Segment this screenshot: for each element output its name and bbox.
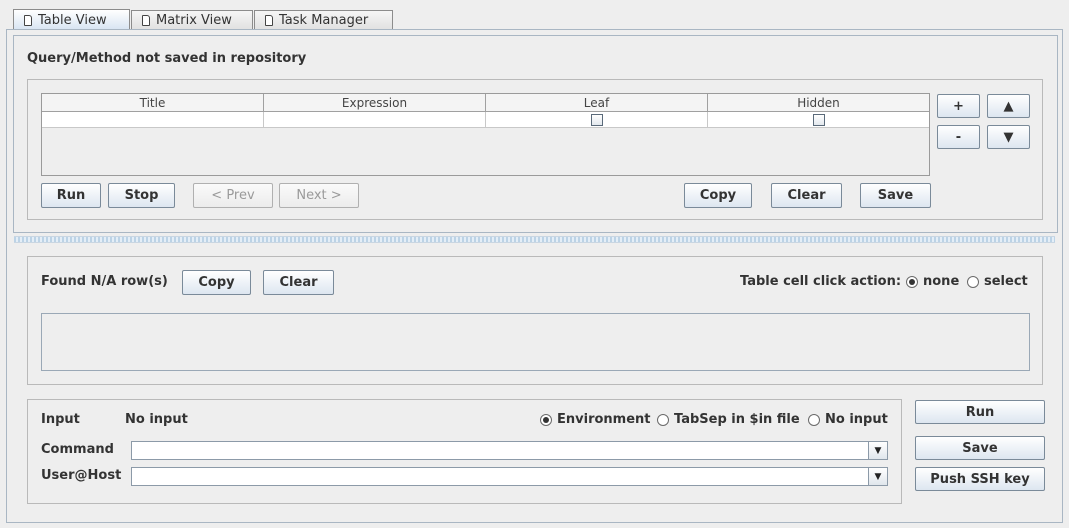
copy-results-button[interactable]: Copy: [182, 270, 251, 295]
radio-label: No input: [825, 412, 888, 427]
tab-table-view[interactable]: Table View: [13, 9, 130, 30]
clear-query-button[interactable]: Clear: [771, 183, 842, 208]
found-rows-label: Found N/A row(s): [41, 274, 168, 289]
input-value: No input: [125, 412, 188, 427]
document-icon: [142, 15, 150, 26]
table-cell-expression[interactable]: [264, 112, 486, 128]
stop-button[interactable]: Stop: [108, 183, 175, 208]
input-tabsep-radio[interactable]: TabSep in $in file: [657, 412, 800, 427]
command-input[interactable]: [131, 441, 869, 460]
results-table-area: [41, 313, 1030, 371]
radio-label: TabSep in $in file: [674, 412, 800, 427]
run-command-button[interactable]: Run: [915, 400, 1045, 424]
radio-button[interactable]: [967, 275, 979, 288]
split-pane-divider[interactable]: [14, 236, 1055, 243]
move-up-button[interactable]: ▲: [987, 94, 1030, 118]
input-environment-radio[interactable]: Environment: [540, 412, 651, 427]
run-query-button[interactable]: Run: [41, 183, 101, 208]
table-cell-leaf: [486, 112, 708, 128]
column-header-leaf[interactable]: Leaf: [486, 94, 708, 112]
table-cell-title[interactable]: [42, 112, 264, 128]
query-status: Query/Method not saved in repository: [27, 51, 307, 66]
leaf-checkbox[interactable]: [590, 113, 603, 126]
radio-label: select: [984, 274, 1028, 289]
save-command-button[interactable]: Save: [915, 436, 1045, 460]
hidden-checkbox[interactable]: [812, 113, 825, 126]
radio-button[interactable]: [808, 413, 820, 426]
move-down-button[interactable]: ▼: [987, 125, 1030, 149]
document-icon: [24, 14, 32, 26]
radio-label: Environment: [557, 412, 651, 427]
add-row-button[interactable]: +: [937, 94, 980, 118]
document-icon: [265, 15, 273, 26]
chevron-down-icon: ▼: [874, 471, 882, 482]
tab-label: Matrix View: [156, 13, 232, 28]
next-button[interactable]: Next >: [279, 183, 359, 208]
userhost-input[interactable]: [131, 467, 869, 486]
column-header-title[interactable]: Title: [42, 94, 264, 112]
input-none-radio[interactable]: No input: [808, 412, 888, 427]
tab-task-manager[interactable]: Task Manager: [254, 10, 393, 30]
radio-button[interactable]: [657, 413, 669, 426]
userhost-label: User@Host: [41, 468, 122, 483]
tab-label: Task Manager: [279, 13, 369, 28]
click-action-label: Table cell click action:: [740, 274, 902, 289]
column-header-hidden[interactable]: Hidden: [708, 94, 929, 112]
tab-label: Table View: [38, 12, 107, 28]
query-table: Title Expression Leaf Hidden: [41, 93, 930, 176]
radio-button-selected[interactable]: [906, 275, 918, 288]
prev-button[interactable]: < Prev: [193, 183, 273, 208]
userhost-dropdown-button[interactable]: ▼: [868, 467, 888, 486]
radio-label: none: [923, 274, 960, 289]
radio-button-selected[interactable]: [540, 413, 552, 426]
table-cell-hidden: [708, 112, 929, 128]
command-dropdown-button[interactable]: ▼: [868, 441, 888, 460]
chevron-down-icon: ▼: [874, 445, 882, 456]
clear-results-button[interactable]: Clear: [263, 270, 334, 295]
command-label: Command: [41, 442, 114, 457]
column-header-expression[interactable]: Expression: [264, 94, 486, 112]
tab-matrix-view[interactable]: Matrix View: [131, 10, 253, 30]
copy-query-button[interactable]: Copy: [684, 183, 752, 208]
input-label: Input: [41, 412, 80, 427]
remove-row-button[interactable]: -: [937, 125, 980, 149]
save-query-button[interactable]: Save: [860, 183, 931, 208]
click-action-none-radio[interactable]: none: [906, 274, 959, 289]
click-action-select-radio[interactable]: select: [967, 274, 1028, 289]
push-ssh-key-button[interactable]: Push SSH key: [915, 467, 1045, 491]
